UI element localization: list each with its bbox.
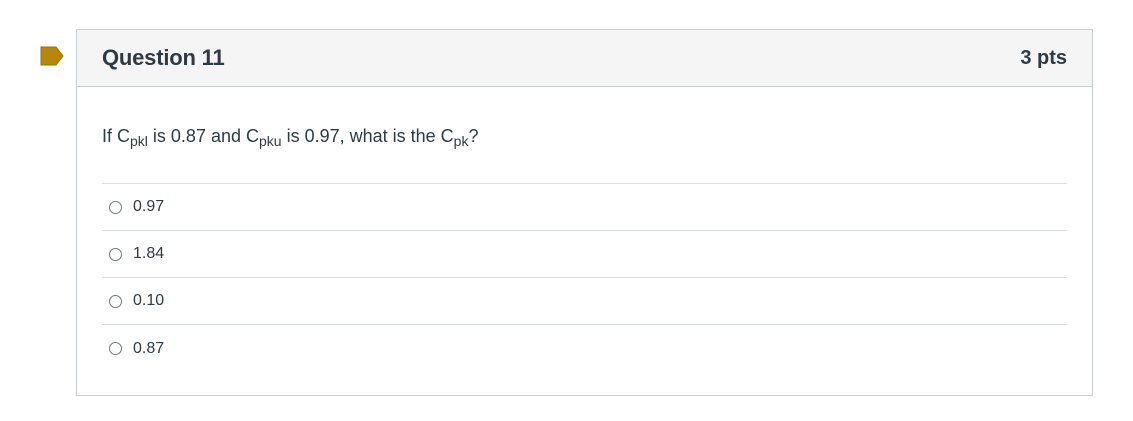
question-title: Question 11 bbox=[102, 45, 225, 70]
radio-unchecked-icon[interactable] bbox=[109, 342, 122, 355]
answer-option[interactable]: 0.87 bbox=[102, 325, 1067, 372]
question-text-part: is 0.97, what is the C bbox=[281, 126, 454, 146]
answer-label: 0.97 bbox=[133, 198, 165, 215]
question-text-part: ? bbox=[468, 126, 479, 146]
answer-list: 0.97 1.84 0.10 0.87 bbox=[102, 183, 1067, 372]
question-points: 3 pts bbox=[1020, 46, 1067, 69]
answer-option[interactable]: 0.10 bbox=[102, 278, 1067, 325]
answer-label: 1.84 bbox=[133, 245, 165, 262]
question-body: If Cpkl is 0.87 and Cpku is 0.97, what i… bbox=[77, 126, 1092, 372]
answer-option[interactable]: 0.97 bbox=[102, 184, 1067, 231]
answer-label: 0.87 bbox=[133, 339, 165, 357]
question-text-subscript: pku bbox=[259, 133, 282, 149]
bookmark-flag-icon[interactable] bbox=[39, 45, 65, 67]
answer-option[interactable]: 1.84 bbox=[102, 231, 1067, 278]
question-text-subscript: pkl bbox=[130, 133, 148, 149]
radio-unchecked-icon[interactable] bbox=[109, 294, 122, 308]
question-text-subscript: pk bbox=[453, 133, 469, 149]
question-header: Question 11 3 pts bbox=[77, 30, 1092, 87]
question-text-part: is 0.87 and C bbox=[147, 126, 259, 146]
radio-unchecked-icon[interactable] bbox=[109, 200, 122, 214]
radio-unchecked-icon[interactable] bbox=[109, 247, 122, 261]
question-text: If Cpkl is 0.87 and Cpku is 0.97, what i… bbox=[102, 126, 1067, 156]
answer-label: 0.10 bbox=[133, 292, 165, 309]
question-card: Question 11 3 pts If Cpkl is 0.87 and Cp… bbox=[76, 29, 1093, 396]
question-text-part: If C bbox=[102, 126, 131, 146]
